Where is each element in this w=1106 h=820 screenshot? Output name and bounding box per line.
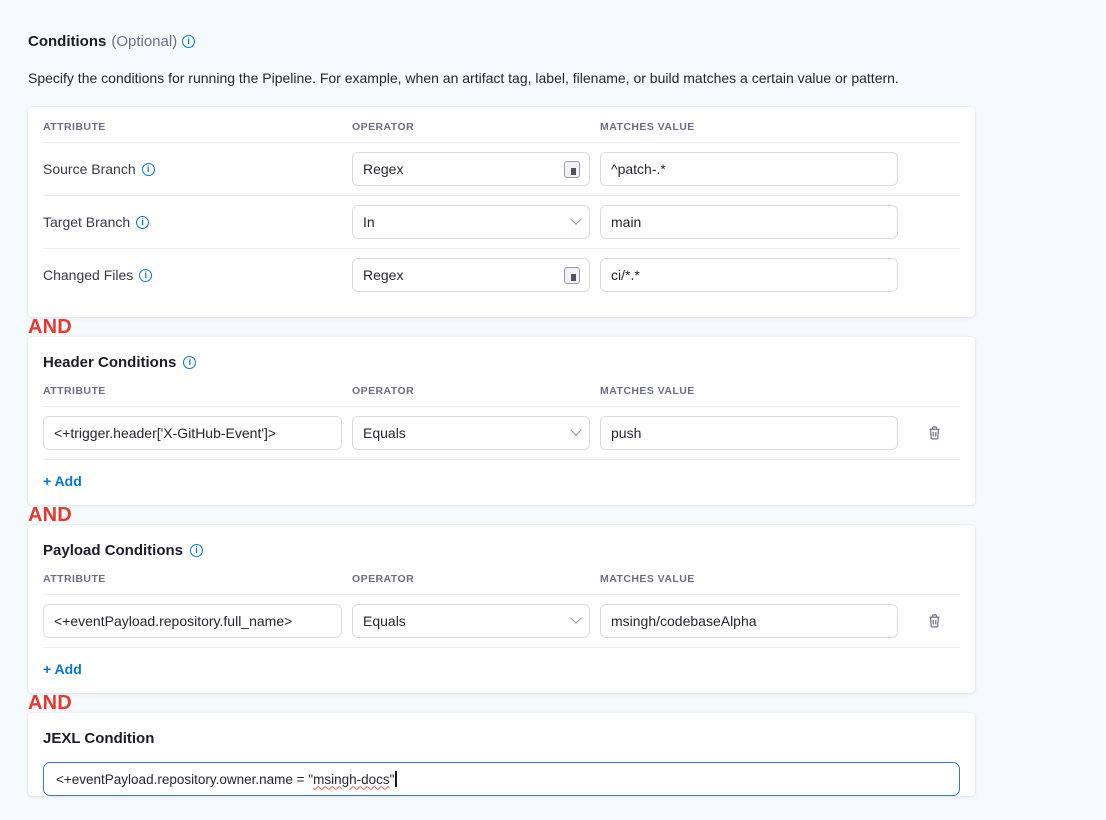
info-icon[interactable]: i: [136, 216, 149, 229]
column-headers: ATTRIBUTE OPERATOR MATCHES VALUE: [43, 559, 960, 594]
fixed-input-type-icon[interactable]: [564, 161, 580, 178]
optional-label: (Optional): [111, 33, 177, 50]
column-header-operator: OPERATOR: [352, 385, 590, 397]
column-header-operator: OPERATOR: [352, 573, 590, 585]
matches-value-input[interactable]: [600, 416, 898, 450]
divider: [43, 459, 960, 460]
description-text: Specify the conditions for running the P…: [28, 70, 975, 86]
add-payload-condition-link[interactable]: + Add: [43, 648, 82, 693]
fixed-input-type-icon[interactable]: [564, 267, 580, 284]
jexl-value-prefix: <+eventPayload.repository.owner.name = ": [56, 772, 313, 787]
conditions-panel: Conditions (Optional) i Specify the cond…: [28, 0, 975, 796]
info-icon[interactable]: i: [142, 163, 155, 176]
attribute-label: Source Branch i: [43, 161, 342, 177]
attribute-label: Changed Files i: [43, 267, 342, 283]
matches-value-input[interactable]: [600, 604, 898, 638]
section-title: Payload Conditions i: [43, 525, 960, 559]
section-title: Header Conditions i: [43, 337, 960, 371]
jexl-condition-card: JEXL Condition <+eventPayload.repository…: [28, 713, 975, 796]
attribute-label-text: Source Branch: [43, 161, 136, 177]
column-header-matches-value: MATCHES VALUE: [600, 385, 898, 397]
and-separator: AND: [28, 693, 975, 713]
column-header-matches-value: MATCHES VALUE: [600, 121, 898, 133]
info-icon[interactable]: i: [182, 35, 195, 48]
divider: [43, 647, 960, 648]
attribute-label: Target Branch i: [43, 214, 342, 230]
header-conditions-card: Header Conditions i ATTRIBUTE OPERATOR M…: [28, 337, 975, 505]
chevron-down-icon: [570, 214, 581, 225]
and-separator: AND: [28, 317, 975, 337]
matches-value-input[interactable]: [600, 152, 898, 186]
fixed-input-type-icon-mark: [571, 168, 576, 175]
attribute-input[interactable]: [43, 604, 342, 638]
operator-selected-value: Equals: [363, 425, 406, 441]
jexl-misspelled-word: msingh-docs: [313, 772, 390, 787]
column-header-attribute: ATTRIBUTE: [43, 573, 342, 585]
jexl-condition-input[interactable]: <+eventPayload.repository.owner.name = "…: [43, 762, 960, 796]
delete-row-button[interactable]: [925, 611, 944, 631]
operator-select[interactable]: Equals: [352, 604, 590, 638]
trash-icon: [927, 613, 942, 629]
info-icon[interactable]: i: [183, 356, 196, 369]
payload-conditions-card: Payload Conditions i ATTRIBUTE OPERATOR …: [28, 525, 975, 693]
fixed-input-type-icon-mark: [571, 274, 576, 281]
operator-select[interactable]: In: [352, 205, 590, 239]
delete-row-button[interactable]: [925, 423, 944, 443]
section-title-text: JEXL Condition: [43, 730, 154, 747]
operator-select[interactable]: Regex: [352, 152, 590, 186]
attribute-input[interactable]: [43, 416, 342, 450]
chevron-down-icon: [570, 425, 581, 436]
add-header-condition-link[interactable]: + Add: [43, 460, 82, 505]
matches-value-input[interactable]: [600, 205, 898, 239]
operator-selected-value: Regex: [363, 267, 403, 283]
text-cursor: [395, 771, 397, 787]
chevron-down-icon: [570, 613, 581, 624]
operator-selected-value: Equals: [363, 613, 406, 629]
page-title: Conditions: [28, 33, 106, 50]
operator-select[interactable]: Equals: [352, 416, 590, 450]
operator-selected-value: In: [363, 214, 375, 230]
section-title-text: Payload Conditions: [43, 542, 183, 559]
info-icon[interactable]: i: [139, 269, 152, 282]
page-heading: Conditions (Optional) i: [28, 33, 975, 50]
operator-select[interactable]: Regex: [352, 258, 590, 292]
table-row-source-branch: Source Branch i Regex: [43, 143, 960, 195]
column-header-attribute: ATTRIBUTE: [43, 121, 342, 133]
column-headers: ATTRIBUTE OPERATOR MATCHES VALUE: [43, 107, 960, 142]
branch-conditions-card: ATTRIBUTE OPERATOR MATCHES VALUE Source …: [28, 107, 975, 317]
column-header-matches-value: MATCHES VALUE: [600, 573, 898, 585]
table-row-payload-condition: Equals: [43, 595, 960, 647]
and-separator: AND: [28, 505, 975, 525]
table-row-header-condition: Equals: [43, 407, 960, 459]
trash-icon: [927, 425, 942, 441]
section-title: JEXL Condition: [43, 713, 960, 747]
attribute-label-text: Changed Files: [43, 267, 133, 283]
section-title-text: Header Conditions: [43, 354, 176, 371]
matches-value-input[interactable]: [600, 258, 898, 292]
info-icon[interactable]: i: [190, 544, 203, 557]
column-header-operator: OPERATOR: [352, 121, 590, 133]
column-header-attribute: ATTRIBUTE: [43, 385, 342, 397]
jexl-value-suffix: ": [390, 772, 395, 787]
table-row-changed-files: Changed Files i Regex: [43, 249, 960, 301]
column-headers: ATTRIBUTE OPERATOR MATCHES VALUE: [43, 371, 960, 406]
operator-selected-value: Regex: [363, 161, 403, 177]
table-row-target-branch: Target Branch i In: [43, 196, 960, 248]
attribute-label-text: Target Branch: [43, 214, 130, 230]
